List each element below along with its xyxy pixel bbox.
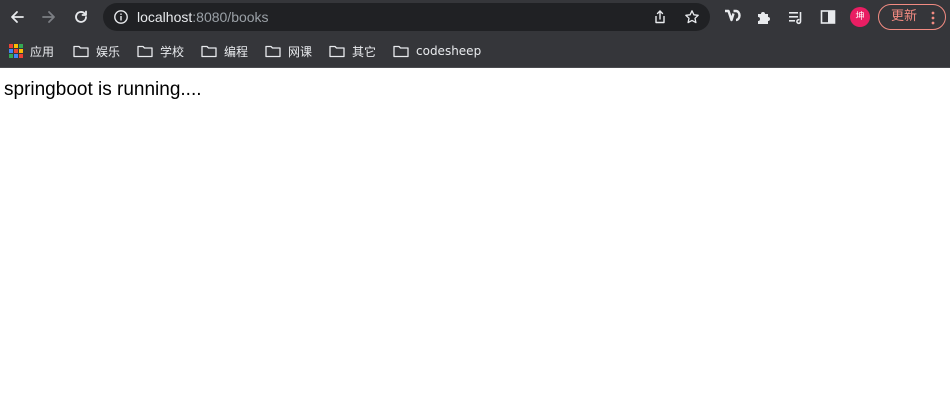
folder-icon (137, 45, 153, 58)
back-button[interactable] (5, 5, 29, 29)
bookmark-folder[interactable]: 网课 (265, 41, 312, 61)
bookmark-folder[interactable]: 编程 (201, 41, 248, 61)
url-text[interactable]: localhost:8080/books (137, 9, 269, 25)
side-panel-icon[interactable] (819, 8, 837, 26)
info-icon[interactable] (113, 9, 129, 25)
bookmark-star-icon[interactable] (684, 9, 700, 25)
browser-chrome: localhost:8080/books 坤 更新 应用 娱乐 学校 编程 网课… (0, 0, 950, 68)
apps-grid-icon (9, 44, 23, 58)
bookmark-label: 网课 (288, 44, 313, 59)
arrow-right-icon (42, 11, 55, 23)
bookmark-folder[interactable]: 其它 (329, 41, 376, 61)
folder-icon (393, 45, 409, 58)
more-menu-icon[interactable] (931, 11, 935, 25)
url-path: :8080/books (192, 9, 269, 25)
reading-list-icon[interactable] (787, 8, 805, 26)
bookmark-folder[interactable]: 学校 (137, 41, 184, 61)
bookmark-label: 学校 (160, 44, 185, 59)
folder-icon (265, 45, 281, 58)
bookmark-label: codesheep (416, 44, 482, 58)
bookmark-folder[interactable]: codesheep (393, 41, 481, 61)
extensions-puzzle-icon[interactable] (755, 8, 773, 26)
bookmark-apps[interactable]: 应用 (9, 41, 54, 61)
bookmarks-bar: 应用 娱乐 学校 编程 网课 其它 codesheep (0, 34, 950, 68)
profile-avatar[interactable]: 坤 (850, 7, 870, 27)
folder-icon (329, 45, 345, 58)
update-button-label: 更新 (891, 9, 918, 24)
browser-toolbar: localhost:8080/books 坤 更新 (0, 0, 950, 34)
reload-icon (75, 10, 87, 23)
page-body-text: springboot is running.... (4, 79, 202, 100)
folder-icon (73, 45, 89, 58)
page-content: springboot is running.... (0, 68, 950, 401)
bookmark-folder[interactable]: 娱乐 (73, 41, 120, 61)
bookmark-label: 应用 (30, 44, 55, 59)
address-bar[interactable]: localhost:8080/books (103, 3, 710, 31)
forward-button[interactable] (37, 5, 61, 29)
update-button[interactable]: 更新 (878, 4, 946, 30)
url-host: localhost (137, 9, 193, 25)
folder-icon (201, 45, 217, 58)
extension-v-icon[interactable] (723, 8, 741, 26)
reload-button[interactable] (69, 5, 93, 29)
bookmark-label: 娱乐 (96, 44, 121, 59)
bookmark-label: 编程 (224, 44, 249, 59)
bookmark-label: 其它 (352, 44, 377, 59)
share-icon[interactable] (652, 9, 668, 25)
arrow-left-icon (11, 11, 24, 23)
